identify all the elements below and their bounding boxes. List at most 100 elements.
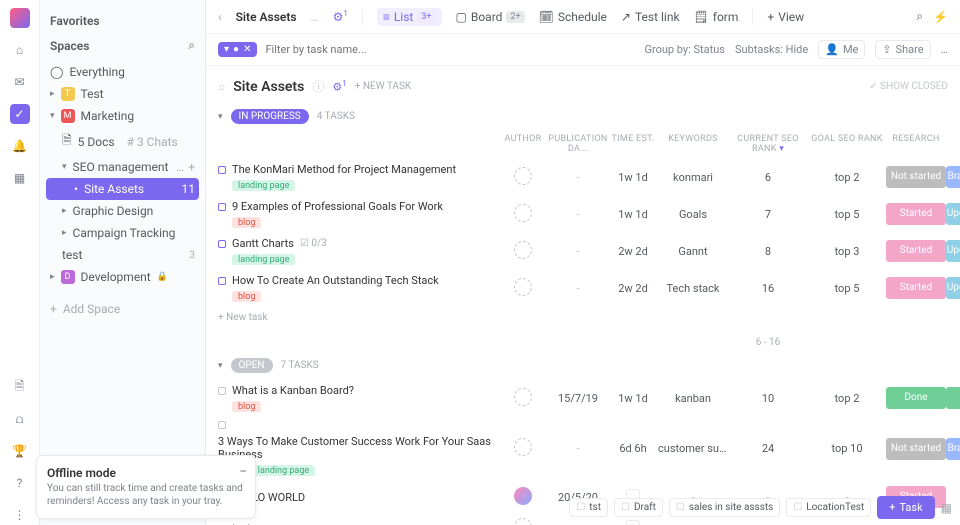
- col-header[interactable]: CURRENT SEO RANK ▾: [728, 134, 808, 154]
- status-badge[interactable]: Not started: [886, 438, 946, 460]
- task-row[interactable]: 3 Ways To Make Customer Success Work For…: [218, 416, 960, 480]
- close-icon[interactable]: −: [239, 464, 247, 480]
- filter-group-pill[interactable]: ▾ ● ✕: [218, 42, 257, 57]
- status-square[interactable]: [218, 421, 226, 429]
- status-badge[interactable]: Started: [886, 203, 946, 225]
- rail-help-icon[interactable]: ?: [10, 473, 30, 493]
- rail-tasks-icon[interactable]: ✓: [10, 104, 30, 124]
- sidebar-list-site-assets[interactable]: • Site Assets 11: [46, 178, 199, 200]
- status-badge[interactable]: Updates ne...: [946, 277, 960, 299]
- show-closed-toggle[interactable]: ✓ SHOW CLOSED: [869, 81, 948, 92]
- author-avatar[interactable]: [514, 388, 532, 406]
- status-badge[interactable]: Not started: [886, 166, 946, 188]
- col-header[interactable]: AUTHOR: [498, 134, 548, 154]
- sidebar-space-development[interactable]: ▸ D Development 🔒: [46, 266, 199, 288]
- task-row[interactable]: 9 Examples of Professional Goals For Wor…: [218, 195, 960, 232]
- tray-chip[interactable]: ☐tst: [569, 498, 608, 517]
- task-row[interactable]: The KonMari Method for Project Managemen…: [218, 158, 960, 195]
- author-avatar[interactable]: [514, 438, 532, 456]
- info-icon[interactable]: ⓘ: [312, 78, 324, 95]
- tag[interactable]: blog: [232, 401, 261, 412]
- groupby-control[interactable]: Group by: Status: [644, 43, 725, 56]
- status-badge[interactable]: Started: [886, 240, 946, 262]
- rail-docs-icon[interactable]: 🗎: [10, 377, 30, 397]
- tray-chip[interactable]: ☐LocationTest: [786, 498, 871, 517]
- apps-icon[interactable]: ▦: [941, 501, 952, 515]
- col-header[interactable]: GOAL SEO RANK: [808, 134, 886, 154]
- rail-more-icon[interactable]: ⋮: [10, 505, 30, 525]
- filter-input[interactable]: [265, 43, 405, 56]
- col-header[interactable]: RESEARCH: [886, 134, 946, 154]
- close-icon[interactable]: ✕: [243, 44, 251, 55]
- more-icon[interactable]: …: [311, 10, 319, 24]
- sidebar-folder-seo[interactable]: ▾ SEO management … +: [46, 156, 199, 178]
- collapse-icon[interactable]: ▾: [218, 361, 223, 371]
- more-icon[interactable]: …: [941, 43, 948, 56]
- tray-chip[interactable]: ☐sales in site asssts: [669, 498, 780, 517]
- status-square[interactable]: [218, 387, 226, 395]
- tag[interactable]: landing page: [252, 465, 315, 476]
- col-header[interactable]: KEYWORDS: [658, 134, 728, 154]
- col-header[interactable]: DESIGN: [946, 134, 960, 154]
- sidebar-folder-graphic[interactable]: ▸ Graphic Design: [46, 200, 199, 222]
- tag[interactable]: blog: [232, 217, 261, 228]
- search-icon[interactable]: ⌕: [916, 9, 923, 24]
- subtasks-control[interactable]: Subtasks: Hide: [735, 43, 808, 56]
- rail-goals-icon[interactable]: 🏆: [10, 441, 30, 461]
- more-icon[interactable]: …: [176, 160, 184, 174]
- author-avatar[interactable]: [514, 204, 532, 222]
- status-badge[interactable]: Done: [886, 387, 946, 409]
- status-badge[interactable]: Updates ne...: [946, 240, 960, 262]
- view-test link[interactable]: ↗Test link: [621, 8, 680, 26]
- rail-inbox-icon[interactable]: ✉: [10, 72, 30, 92]
- back-icon[interactable]: ‹: [218, 10, 222, 24]
- task-row[interactable]: Gantt Charts☑ 0/3 landing page - 2w 2d G…: [218, 232, 960, 269]
- spaces-header[interactable]: Spaces ⌕: [46, 36, 199, 55]
- status-square[interactable]: [218, 240, 226, 248]
- add-view-button[interactable]: + View: [767, 10, 804, 24]
- group-pill[interactable]: IN PROGRESS: [231, 109, 309, 124]
- add-icon[interactable]: +: [188, 160, 195, 174]
- view-list[interactable]: ≡List3+: [377, 8, 442, 26]
- rail-notify-icon[interactable]: 🔔: [10, 136, 30, 156]
- sidebar-list-test[interactable]: test 3: [46, 244, 199, 266]
- sidebar-folder-campaign[interactable]: ▸ Campaign Tracking: [46, 222, 199, 244]
- favorites-header[interactable]: Favorites: [46, 12, 199, 30]
- author-avatar[interactable]: [514, 241, 532, 259]
- status-square[interactable]: [218, 166, 226, 174]
- rail-dashboards-icon[interactable]: ▦: [10, 168, 30, 188]
- status-badge[interactable]: Brainstorm...: [946, 166, 960, 188]
- sidebar-space-marketing[interactable]: ▾ M Marketing: [46, 105, 199, 127]
- status-square[interactable]: [218, 203, 226, 211]
- author-avatar[interactable]: [514, 487, 532, 505]
- new-task-button[interactable]: + NEW TASK: [355, 81, 411, 92]
- add-space-button[interactable]: + Add Space: [46, 298, 199, 320]
- rail-home-icon[interactable]: ⌂: [10, 40, 30, 60]
- status-badge[interactable]: Updates ne...: [946, 203, 960, 225]
- col-header[interactable]: [218, 134, 498, 154]
- search-icon[interactable]: ⌕: [188, 38, 195, 53]
- task-row[interactable]: What is a Kanban Board? blog 15/7/19 1w …: [218, 379, 960, 416]
- tag[interactable]: landing page: [232, 180, 295, 191]
- sidebar-everything[interactable]: ◯ Everything: [46, 61, 199, 83]
- col-header[interactable]: PUBLICATION DA...: [548, 134, 608, 154]
- automation-icon[interactable]: ⚙1: [332, 79, 346, 94]
- author-avatar[interactable]: [514, 278, 532, 296]
- view-board[interactable]: ▢Board2+: [456, 8, 525, 26]
- rail-pulse-icon[interactable]: ⩍: [10, 409, 30, 429]
- share-button[interactable]: ⇪ Share: [875, 40, 930, 59]
- app-logo[interactable]: [10, 8, 30, 28]
- view-form[interactable]: 🗒form: [694, 8, 739, 26]
- sidebar-space-test[interactable]: ▸ T Test: [46, 83, 199, 105]
- me-filter[interactable]: 👤 Me: [818, 40, 865, 59]
- status-badge[interactable]: Final: [946, 387, 960, 409]
- tag[interactable]: blog: [232, 291, 261, 302]
- task-row[interactable]: How To Create An Outstanding Tech Stack …: [218, 269, 960, 306]
- collapse-icon[interactable]: ▾: [218, 112, 223, 122]
- breadcrumb-title[interactable]: Site Assets: [236, 10, 297, 24]
- view-schedule[interactable]: 🗓Schedule: [539, 8, 607, 26]
- status-badge[interactable]: Started: [886, 277, 946, 299]
- status-square[interactable]: [218, 277, 226, 285]
- col-header[interactable]: TIME EST.: [608, 134, 658, 154]
- author-avatar[interactable]: [514, 518, 532, 525]
